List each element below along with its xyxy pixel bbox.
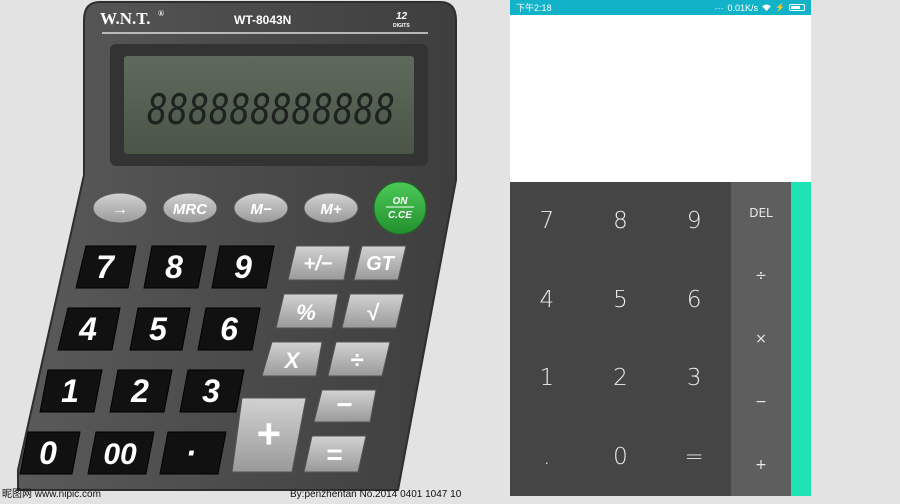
svg-text:MRC: MRC (173, 201, 208, 218)
mrc-key[interactable]: MRC (162, 192, 218, 224)
key-3[interactable]: 3 (657, 339, 731, 418)
svg-text:=: = (326, 439, 342, 470)
digit-pad: 7 8 9 4 5 6 1 2 3 . 0 = (510, 182, 731, 496)
multiply-button[interactable]: × (731, 308, 791, 371)
svg-text:÷: ÷ (350, 347, 363, 374)
digits-word: DIGITS (393, 23, 410, 29)
key-1[interactable]: 1 (510, 339, 584, 418)
signal-dots-icon: ··· (714, 2, 724, 13)
svg-text:1: 1 (61, 373, 79, 409)
status-bar: 下午2:18 ··· 0.01K/s ⚡ (510, 0, 811, 15)
key-7[interactable]: 7 (510, 182, 584, 261)
status-indicators: ··· 0.01K/s ⚡ (714, 2, 805, 13)
equals-key[interactable]: = (303, 435, 367, 473)
calculator-illustration: W.N.T. ® WT-8043N 12 DIGITS 888888888888… (2, 0, 462, 500)
svg-text:X: X (283, 348, 301, 373)
svg-text:M−: M− (250, 201, 271, 218)
minus-key[interactable]: − (313, 389, 377, 423)
svg-text:7: 7 (96, 249, 116, 285)
model-number: WT-8043N (234, 13, 291, 27)
key-4[interactable]: 4 (57, 307, 121, 351)
multiply-key[interactable]: X (261, 341, 323, 377)
phone-screen: 下午2:18 ··· 0.01K/s ⚡ 7 8 9 4 5 6 1 2 3 .… (510, 0, 811, 496)
key-1[interactable]: 1 (39, 369, 103, 413)
wifi-icon (762, 4, 771, 11)
divide-key[interactable]: ÷ (327, 341, 391, 377)
svg-text:00: 00 (103, 438, 137, 471)
add-button[interactable]: + (731, 433, 791, 496)
svg-text:·: · (186, 435, 197, 471)
key-6[interactable]: 6 (197, 307, 261, 351)
percent-key[interactable]: % (275, 293, 339, 329)
operator-column: DEL ÷ × − + (731, 182, 791, 496)
network-speed: 0.01K/s (727, 2, 759, 13)
advanced-panel-handle[interactable] (791, 182, 811, 496)
svg-text:→: → (112, 201, 128, 218)
divide-button[interactable]: ÷ (731, 245, 791, 308)
key-4[interactable]: 4 (510, 261, 584, 340)
svg-text:M+: M+ (320, 201, 341, 218)
key-8[interactable]: 8 (143, 245, 207, 289)
square-root-key[interactable]: √ (341, 293, 405, 329)
keypad: 7 8 9 4 5 6 1 2 3 . 0 = DEL ÷ × − + (510, 182, 811, 496)
key-9[interactable]: 9 (211, 245, 275, 289)
svg-text:0: 0 (39, 435, 57, 471)
registered-mark: ® (158, 9, 164, 18)
grand-total-key[interactable]: GT (353, 245, 407, 281)
status-time: 下午2:18 (516, 3, 552, 13)
key-00[interactable]: 00 (87, 431, 155, 475)
key-0[interactable]: 0 (584, 418, 658, 497)
key-2[interactable]: 2 (584, 339, 658, 418)
lcd-readout: 888888888888 (147, 85, 395, 134)
svg-text:+: + (256, 410, 281, 457)
svg-text:√: √ (366, 300, 380, 325)
svg-text:−: − (336, 389, 352, 420)
key-equals[interactable]: = (657, 418, 731, 497)
svg-text:2: 2 (130, 373, 149, 409)
key-decimal[interactable]: . (510, 418, 584, 497)
arrow-key[interactable]: → (92, 192, 148, 224)
svg-text:%: % (296, 300, 316, 325)
svg-text:4: 4 (78, 311, 97, 347)
svg-text:5: 5 (149, 311, 168, 347)
svg-text:9: 9 (234, 249, 252, 285)
key-7[interactable]: 7 (75, 245, 137, 289)
key-2[interactable]: 2 (109, 369, 173, 413)
watermark-left: 昵图网 www.nipic.com (2, 488, 101, 500)
svg-text:C.CE: C.CE (388, 210, 412, 221)
subtract-button[interactable]: − (731, 370, 791, 433)
svg-text:+/−: +/− (304, 253, 333, 275)
key-5[interactable]: 5 (584, 261, 658, 340)
watermark-right: By:penzhentan No.2014 0401 1047 10 (290, 489, 462, 500)
key-decimal[interactable]: · (159, 431, 227, 475)
svg-text:GT: GT (366, 253, 396, 275)
svg-text:6: 6 (220, 311, 238, 347)
digits-count: 12 (396, 11, 408, 22)
brand-logo: W.N.T. (100, 9, 151, 28)
on-clear-key[interactable]: ON C.CE (373, 181, 427, 235)
key-9[interactable]: 9 (657, 182, 731, 261)
svg-text:ON: ON (393, 196, 409, 207)
svg-text:3: 3 (202, 373, 220, 409)
m-minus-key[interactable]: M− (233, 192, 289, 224)
svg-text:8: 8 (165, 249, 183, 285)
charging-icon: ⚡ (775, 3, 785, 12)
delete-button[interactable]: DEL (731, 182, 791, 245)
key-5[interactable]: 5 (129, 307, 191, 351)
m-plus-key[interactable]: M+ (303, 192, 359, 224)
battery-icon (789, 4, 805, 11)
key-8[interactable]: 8 (584, 182, 658, 261)
sign-toggle-key[interactable]: +/− (287, 245, 351, 281)
key-0[interactable]: 0 (19, 431, 81, 475)
calculator-display (510, 15, 811, 182)
key-3[interactable]: 3 (179, 369, 245, 413)
key-6[interactable]: 6 (657, 261, 731, 340)
